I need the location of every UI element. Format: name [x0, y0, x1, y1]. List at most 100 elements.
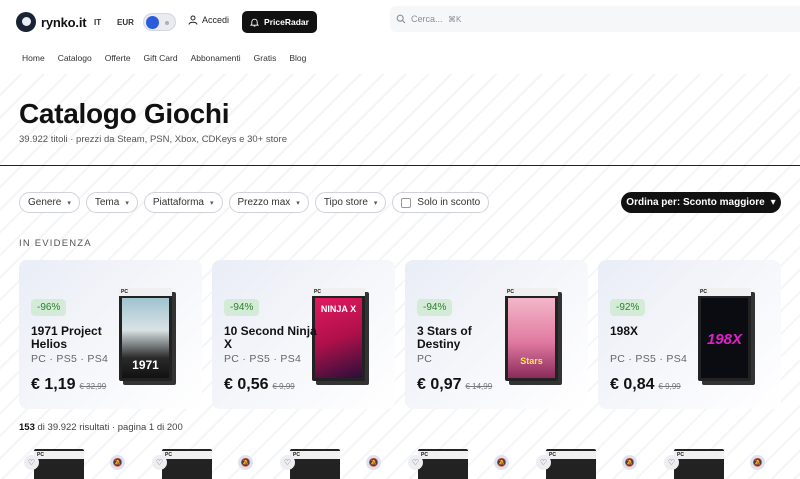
- filter-label: Genere: [28, 197, 62, 208]
- heart-icon[interactable]: ♡: [408, 455, 423, 470]
- bell-off-icon[interactable]: 🔕: [110, 455, 125, 470]
- filter-prezzo-max[interactable]: Prezzo max ▾: [228, 192, 309, 213]
- game-title: 198X: [610, 324, 639, 338]
- filter-solo-sconto[interactable]: Solo in sconto: [392, 192, 490, 213]
- discount-badge: -94%: [224, 299, 260, 316]
- platform-label: PC: [34, 451, 84, 459]
- hero: Catalogo Giochi 39.922 titoli · prezzi d…: [0, 74, 800, 166]
- cover-art: 198X: [701, 298, 748, 378]
- game-cover: PC: [290, 449, 340, 479]
- featured-card[interactable]: PC Stars -94% 3 Stars of Destiny PC € 0,…: [405, 260, 588, 409]
- price-block: € 0,84 € 9,99: [610, 376, 681, 394]
- sale-checkbox[interactable]: [401, 197, 412, 208]
- featured-title: IN EVIDENZA: [19, 238, 92, 249]
- filter-tipo-store[interactable]: Tipo store ▾: [314, 192, 387, 213]
- filter-label: Piattaforma: [152, 197, 204, 208]
- logo[interactable]: rynko.it: [16, 12, 87, 32]
- game-tile[interactable]: PC ♡ 🔕: [22, 449, 125, 479]
- current-price: € 0,97: [417, 376, 462, 393]
- page-title: Catalogo Giochi: [19, 98, 230, 129]
- game-cover: PC: [418, 449, 468, 479]
- featured-card[interactable]: PC 198X -92% 198X PC · PS5 · PS4 € 0,84 €…: [598, 260, 781, 409]
- heart-icon[interactable]: ♡: [24, 455, 39, 470]
- nav-offerte[interactable]: Offerte: [105, 53, 131, 63]
- user-icon: [188, 15, 198, 25]
- game-tile[interactable]: PC ♡ 🔕: [150, 449, 253, 479]
- login-button[interactable]: Accedi: [188, 15, 229, 25]
- search-icon: [396, 14, 406, 24]
- logo-icon: [16, 12, 36, 32]
- filter-label: Tema: [94, 197, 120, 208]
- toggle-knob: [146, 16, 159, 29]
- filter-piattaforma[interactable]: Piattaforma ▾: [143, 192, 223, 213]
- filter-tema[interactable]: Tema ▾: [85, 192, 138, 213]
- platform-label: PC: [698, 288, 751, 296]
- current-price: € 0,84: [610, 376, 655, 393]
- game-platforms: PC: [417, 353, 433, 365]
- nav-blog[interactable]: Blog: [289, 53, 306, 63]
- catalog-main: Genere ▾ Tema ▾ Piattaforma ▾ Prezzo max ▾ T…: [0, 166, 800, 479]
- featured-cards: PC 1971 -96% 1971 Project Helios PC · PS…: [19, 260, 781, 409]
- main-nav: Home Catalogo Offerte Gift Card Abboname…: [22, 53, 306, 63]
- bell-off-icon[interactable]: 🔕: [366, 455, 381, 470]
- game-platforms: PC · PS5 · PS4: [31, 353, 109, 365]
- bell-off-icon[interactable]: 🔕: [750, 455, 765, 470]
- game-tile[interactable]: PC ♡ 🔕: [406, 449, 509, 479]
- search-box[interactable]: ⌘K: [390, 6, 800, 32]
- game-tile[interactable]: PC ♡ 🔕: [534, 449, 637, 479]
- old-price: € 32,99: [79, 382, 107, 391]
- theme-toggle[interactable]: [143, 13, 176, 31]
- price-block: € 1,19 € 32,99: [31, 376, 106, 394]
- platform-label: PC: [290, 451, 340, 459]
- nav-home[interactable]: Home: [22, 53, 45, 63]
- filter-label: Prezzo max: [237, 197, 291, 208]
- current-price: € 1,19: [31, 376, 76, 393]
- results-count: 153: [19, 422, 35, 433]
- bell-off-icon[interactable]: 🔕: [238, 455, 253, 470]
- heart-icon[interactable]: ♡: [536, 455, 551, 470]
- platform-label: PC: [505, 288, 558, 296]
- sort-dropdown[interactable]: Ordina per: Sconto maggiore ▾: [621, 192, 781, 213]
- results-summary: 153 di 39.922 risultati · pagina 1 di 20…: [19, 422, 183, 433]
- game-title: 10 Second Ninja X: [224, 324, 317, 351]
- game-tile[interactable]: PC ♡ 🔕: [278, 449, 381, 479]
- language-selector[interactable]: IT: [94, 18, 101, 27]
- game-title: 1971 Project Helios: [31, 324, 102, 351]
- chevron-down-icon: ▾: [770, 197, 776, 208]
- price-block: € 0,97 € 14,99: [417, 376, 492, 394]
- game-cover: PC: [162, 449, 212, 479]
- search-shortcut: ⌘K: [448, 14, 462, 24]
- nav-gift-card[interactable]: Gift Card: [144, 53, 178, 63]
- nav-abbonamenti[interactable]: Abbonamenti: [191, 53, 241, 63]
- game-title: 3 Stars of Destiny: [417, 324, 472, 351]
- game-platforms: PC · PS5 · PS4: [610, 353, 688, 365]
- toggle-dot: [165, 21, 169, 25]
- priceradar-button[interactable]: PriceRadar: [242, 11, 317, 33]
- chevron-down-icon: ▾: [125, 199, 129, 207]
- filter-genere[interactable]: Genere ▾: [19, 192, 80, 213]
- bell-off-icon[interactable]: 🔕: [622, 455, 637, 470]
- bell-off-icon[interactable]: 🔕: [494, 455, 509, 470]
- discount-badge: -94%: [417, 299, 453, 316]
- currency-selector[interactable]: EUR: [117, 18, 134, 27]
- old-price: € 14,99: [465, 382, 493, 391]
- chevron-down-icon: ▾: [296, 199, 300, 207]
- game-cover: PC: [674, 449, 724, 479]
- nav-catalogo[interactable]: Catalogo: [58, 53, 92, 63]
- search-input[interactable]: [411, 14, 443, 24]
- cover-title: 1971: [132, 358, 159, 372]
- filter-label: Tipo store: [323, 197, 368, 208]
- chevron-down-icon: ▾: [373, 199, 378, 207]
- heart-icon[interactable]: ♡: [152, 455, 167, 470]
- game-cover: PC: [546, 449, 596, 479]
- old-price: € 9,99: [272, 382, 295, 391]
- nav-gratis[interactable]: Gratis: [254, 53, 277, 63]
- heart-icon[interactable]: ♡: [280, 455, 295, 470]
- game-tile[interactable]: PC ♡ 🔕: [662, 449, 765, 479]
- featured-card[interactable]: PC 1971 -96% 1971 Project Helios PC · PS…: [19, 260, 202, 409]
- game-platforms: PC · PS5 · PS4: [224, 353, 302, 365]
- top-bar: rynko.it IT EUR Accedi PriceRadar ⌘K: [0, 0, 800, 44]
- discount-badge: -96%: [31, 299, 67, 316]
- heart-icon[interactable]: ♡: [664, 455, 679, 470]
- featured-card[interactable]: PC NINJA X -94% 10 Second Ninja X PC · P…: [212, 260, 395, 409]
